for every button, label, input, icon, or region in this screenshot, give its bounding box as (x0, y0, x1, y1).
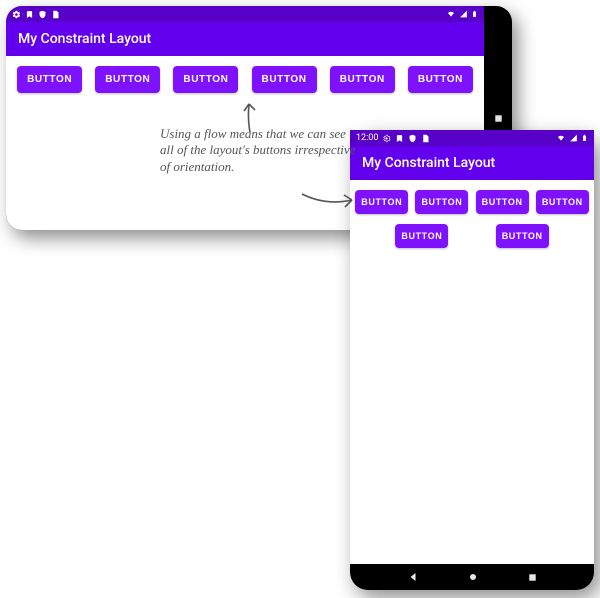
content-landscape: BUTTON BUTTON BUTTON BUTTON BUTTON BUTTO… (6, 56, 484, 103)
shield-icon (408, 134, 417, 143)
gear-icon (12, 10, 21, 19)
battery-icon (581, 133, 588, 143)
wifi-icon (556, 134, 566, 142)
button-flow: BUTTON BUTTON BUTTON BUTTON BUTTON BUTTO… (354, 190, 590, 248)
gear-icon (382, 134, 391, 143)
bookmark-icon (25, 10, 34, 19)
button-2[interactable]: BUTTON (95, 66, 160, 93)
status-bar (6, 6, 484, 22)
signal-icon (569, 134, 578, 142)
page-title: My Constraint Layout (362, 155, 495, 171)
button-1[interactable]: BUTTON (355, 190, 408, 214)
button-5[interactable]: BUTTON (395, 224, 448, 248)
status-left: 12:00 (356, 133, 430, 143)
status-right (446, 9, 478, 19)
annotation-text: Using a flow means that we can see all o… (160, 126, 360, 175)
wifi-icon (446, 10, 456, 18)
button-3[interactable]: BUTTON (173, 66, 238, 93)
app-bar: My Constraint Layout (350, 146, 594, 180)
status-left (12, 10, 60, 19)
nav-home-icon[interactable] (467, 568, 479, 587)
battery-icon (471, 9, 478, 19)
nav-square-icon[interactable] (493, 109, 504, 128)
phone-portrait-frame: 12:00 My Constraint Layout BUTTON BUTTON… (350, 130, 594, 590)
phone-portrait-screen: 12:00 My Constraint Layout BUTTON BUTTON… (350, 130, 594, 564)
page-icon (421, 134, 430, 143)
shield-icon (38, 10, 47, 19)
status-bar: 12:00 (350, 130, 594, 146)
button-3[interactable]: BUTTON (476, 190, 529, 214)
status-right (556, 133, 588, 143)
button-4[interactable]: BUTTON (536, 190, 589, 214)
app-bar: My Constraint Layout (6, 22, 484, 56)
button-5[interactable]: BUTTON (330, 66, 395, 93)
button-flow: BUTTON BUTTON BUTTON BUTTON BUTTON BUTTO… (14, 66, 476, 93)
button-6[interactable]: BUTTON (496, 224, 549, 248)
bookmark-icon (395, 134, 404, 143)
page-icon (51, 10, 60, 19)
button-4[interactable]: BUTTON (252, 66, 317, 93)
nav-recents-icon[interactable] (527, 568, 538, 587)
nav-back-icon[interactable] (407, 568, 419, 587)
nav-bar-portrait (350, 564, 594, 590)
signal-icon (459, 10, 468, 18)
button-2[interactable]: BUTTON (415, 190, 468, 214)
page-title: My Constraint Layout (18, 31, 151, 47)
content-portrait: BUTTON BUTTON BUTTON BUTTON BUTTON BUTTO… (350, 180, 594, 258)
button-6[interactable]: BUTTON (408, 66, 473, 93)
button-1[interactable]: BUTTON (17, 66, 82, 93)
